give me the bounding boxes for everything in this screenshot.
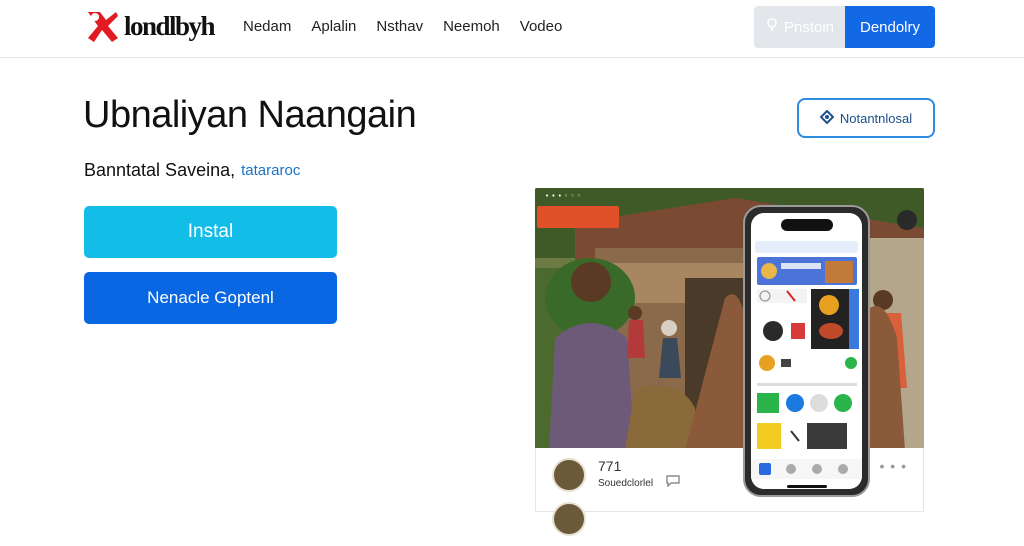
nav-link-2[interactable]: Aplalin xyxy=(311,18,356,35)
brand-logo[interactable]: londlbyh xyxy=(86,8,216,44)
app-ui-illustration xyxy=(751,241,862,488)
outline-button-label: Notantnlosal xyxy=(839,110,913,126)
phone-mockup xyxy=(743,205,870,497)
comment-icon[interactable] xyxy=(666,474,680,492)
outline-button[interactable]: Notantnlosal xyxy=(797,98,935,138)
nav-link-4[interactable]: Neemoh xyxy=(443,18,500,35)
pin-icon xyxy=(766,18,778,36)
phone-screen xyxy=(751,213,862,489)
nav-link-1[interactable]: Nedam xyxy=(243,18,291,35)
diamond-icon xyxy=(819,109,835,127)
top-navbar: londlbyh Nedam Aplalin Nsthav Neemoh Vod… xyxy=(0,0,1024,58)
nav-link-5[interactable]: Vodeo xyxy=(520,18,563,35)
hero-subtitle-accent: tatararoc xyxy=(241,162,301,179)
brand-logo-icon xyxy=(86,8,120,44)
brand-name: londlbyh xyxy=(124,10,216,41)
secondary-cta-button[interactable]: Nenacle Goptenl xyxy=(84,272,337,324)
avatar xyxy=(552,458,586,492)
header-primary-button[interactable]: Dendolry xyxy=(845,6,935,48)
nav-link-3[interactable]: Nsthav xyxy=(376,18,423,35)
svg-text:• • • ◦ ◦ ◦: • • • ◦ ◦ ◦ xyxy=(545,192,581,200)
feed-item-caption: Souedclorlel xyxy=(598,478,654,489)
install-button[interactable]: Instal xyxy=(84,206,337,258)
header-ghost-label: Pnstoin xyxy=(783,18,835,36)
feed-item-count: 771 xyxy=(598,458,622,474)
hero-subtitle: Banntatal Saveina, tatararoc xyxy=(84,160,300,181)
main-nav: Nedam Aplalin Nsthav Neemoh Vodeo xyxy=(243,18,582,35)
feed-item[interactable] xyxy=(536,500,925,546)
header-ghost-button[interactable]: Pnstoin xyxy=(754,6,846,48)
more-options-icon[interactable]: • • • xyxy=(880,458,907,474)
avatar xyxy=(552,502,586,536)
hero-title: Ubnaliyan Naangain xyxy=(83,94,417,136)
hero-subtitle-text-a: Banntatal Saveina, xyxy=(84,160,236,180)
phone-notch xyxy=(780,219,833,231)
